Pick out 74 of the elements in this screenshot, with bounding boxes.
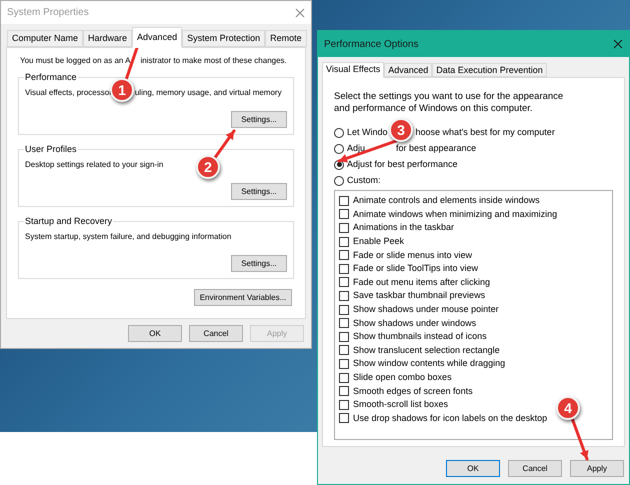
checkbox[interactable] xyxy=(339,400,349,410)
checkbox[interactable] xyxy=(339,209,349,220)
radio-button[interactable] xyxy=(334,128,344,138)
group-description: uling, memory usage, and virtual memory xyxy=(134,88,282,98)
checkbox-label: Show shadows under mouse pointer xyxy=(353,304,499,316)
intro-text: Select the settings you want to use for the appearance and performance of Windows on this computer. xyxy=(334,91,564,115)
dialog-button[interactable]: Settings... xyxy=(231,183,287,200)
close-icon[interactable] xyxy=(613,39,623,49)
pointer-arrow xyxy=(212,130,236,160)
checkbox-label: Animate controls and elements inside windows xyxy=(353,195,540,206)
checkbox-label: Fade or slide ToolTips into view xyxy=(353,263,478,274)
pointer-arrow xyxy=(570,416,588,460)
dialog-button[interactable]: OK xyxy=(128,325,182,342)
radio-button[interactable] xyxy=(334,144,344,154)
radio-button[interactable] xyxy=(334,176,344,186)
checkbox[interactable] xyxy=(339,196,349,206)
close-icon[interactable] xyxy=(295,8,305,18)
checkbox-label: Fade or slide menus into view xyxy=(353,250,472,261)
tab[interactable]: Computer Name xyxy=(7,30,84,47)
dialog-button[interactable]: Apply xyxy=(570,460,624,477)
tab[interactable]: System Protection xyxy=(182,30,266,47)
checkbox[interactable] xyxy=(339,413,349,424)
checkbox[interactable] xyxy=(339,250,349,260)
checkbox-label: Show shadows under windows xyxy=(353,318,476,329)
checkbox-label: Smooth-scroll list boxes xyxy=(353,399,448,410)
radio-label: Custom: xyxy=(347,175,381,186)
checkbox-label: Save taskbar thumbnail previews xyxy=(353,290,486,302)
radio-label: Adjust for best performance xyxy=(347,159,458,170)
checkbox-label: Slide open combo boxes xyxy=(353,372,452,384)
checkbox[interactable] xyxy=(339,290,349,301)
checkbox[interactable] xyxy=(339,236,349,247)
checkbox[interactable] xyxy=(339,318,349,328)
tab[interactable]: Advanced xyxy=(132,27,182,48)
tab[interactable]: Hardware xyxy=(83,30,132,47)
checkbox[interactable] xyxy=(339,277,349,288)
tab[interactable]: Data Execution Prevention xyxy=(432,63,547,77)
checkbox[interactable] xyxy=(339,372,349,383)
radio-label: for best appearance xyxy=(396,143,476,154)
checkbox-label: Animations in the taskbar xyxy=(353,222,454,234)
window-title: System Properties xyxy=(7,6,89,20)
radio-label: Let Windo xyxy=(347,127,388,138)
checkbox-label: Animate windows when minimizing and maximizing xyxy=(353,208,558,220)
dialog-button[interactable]: Settings... xyxy=(231,255,287,272)
dialog-button[interactable]: Cancel xyxy=(508,460,562,477)
dialog-button[interactable]: Settings... xyxy=(231,111,287,128)
checkbox-label: Show window contents while dragging xyxy=(353,358,506,370)
window-title: Performance Options xyxy=(324,38,418,52)
checkbox[interactable] xyxy=(339,264,349,274)
checkbox[interactable] xyxy=(339,358,349,369)
checkbox-label: Fade out menu items after clicking xyxy=(353,276,490,288)
notice-text: inistrator to make most of these changes. xyxy=(140,56,287,66)
tab[interactable]: Remote xyxy=(265,30,307,47)
group-description: Visual effects, processor xyxy=(25,88,112,98)
group-description: System startup, system failure, and debugging information xyxy=(25,232,232,242)
group-title: Startup and Recovery xyxy=(24,215,114,228)
checkbox[interactable] xyxy=(339,332,349,342)
dialog-button[interactable]: Cancel xyxy=(189,325,243,342)
checkbox[interactable] xyxy=(339,304,349,315)
tab[interactable]: Advanced xyxy=(384,63,432,77)
tab[interactable]: Visual Effects xyxy=(322,62,384,78)
checkbox-label: Show translucent selection rectangle xyxy=(353,344,500,356)
group-description: Desktop settings related to your sign-in xyxy=(25,160,164,170)
radio-label: hoose what's best for my computer xyxy=(416,127,555,138)
radio-label: Adju xyxy=(347,143,366,154)
checkbox[interactable] xyxy=(339,345,349,356)
checkbox-label: Smooth edges of screen fonts xyxy=(353,386,473,397)
notice-text: You must be logged on as an A xyxy=(20,56,130,66)
checkbox-label: Use drop shadows for icon labels on the desktop xyxy=(353,412,548,424)
checkbox[interactable] xyxy=(339,222,349,233)
checkbox-label: Show thumbnails instead of icons xyxy=(353,331,487,342)
checkbox[interactable] xyxy=(339,386,349,396)
dialog-button[interactable]: OK xyxy=(446,460,500,477)
checkbox-label: Enable Peek xyxy=(353,236,404,248)
dialog-button[interactable]: Environment Variables... xyxy=(194,289,292,306)
